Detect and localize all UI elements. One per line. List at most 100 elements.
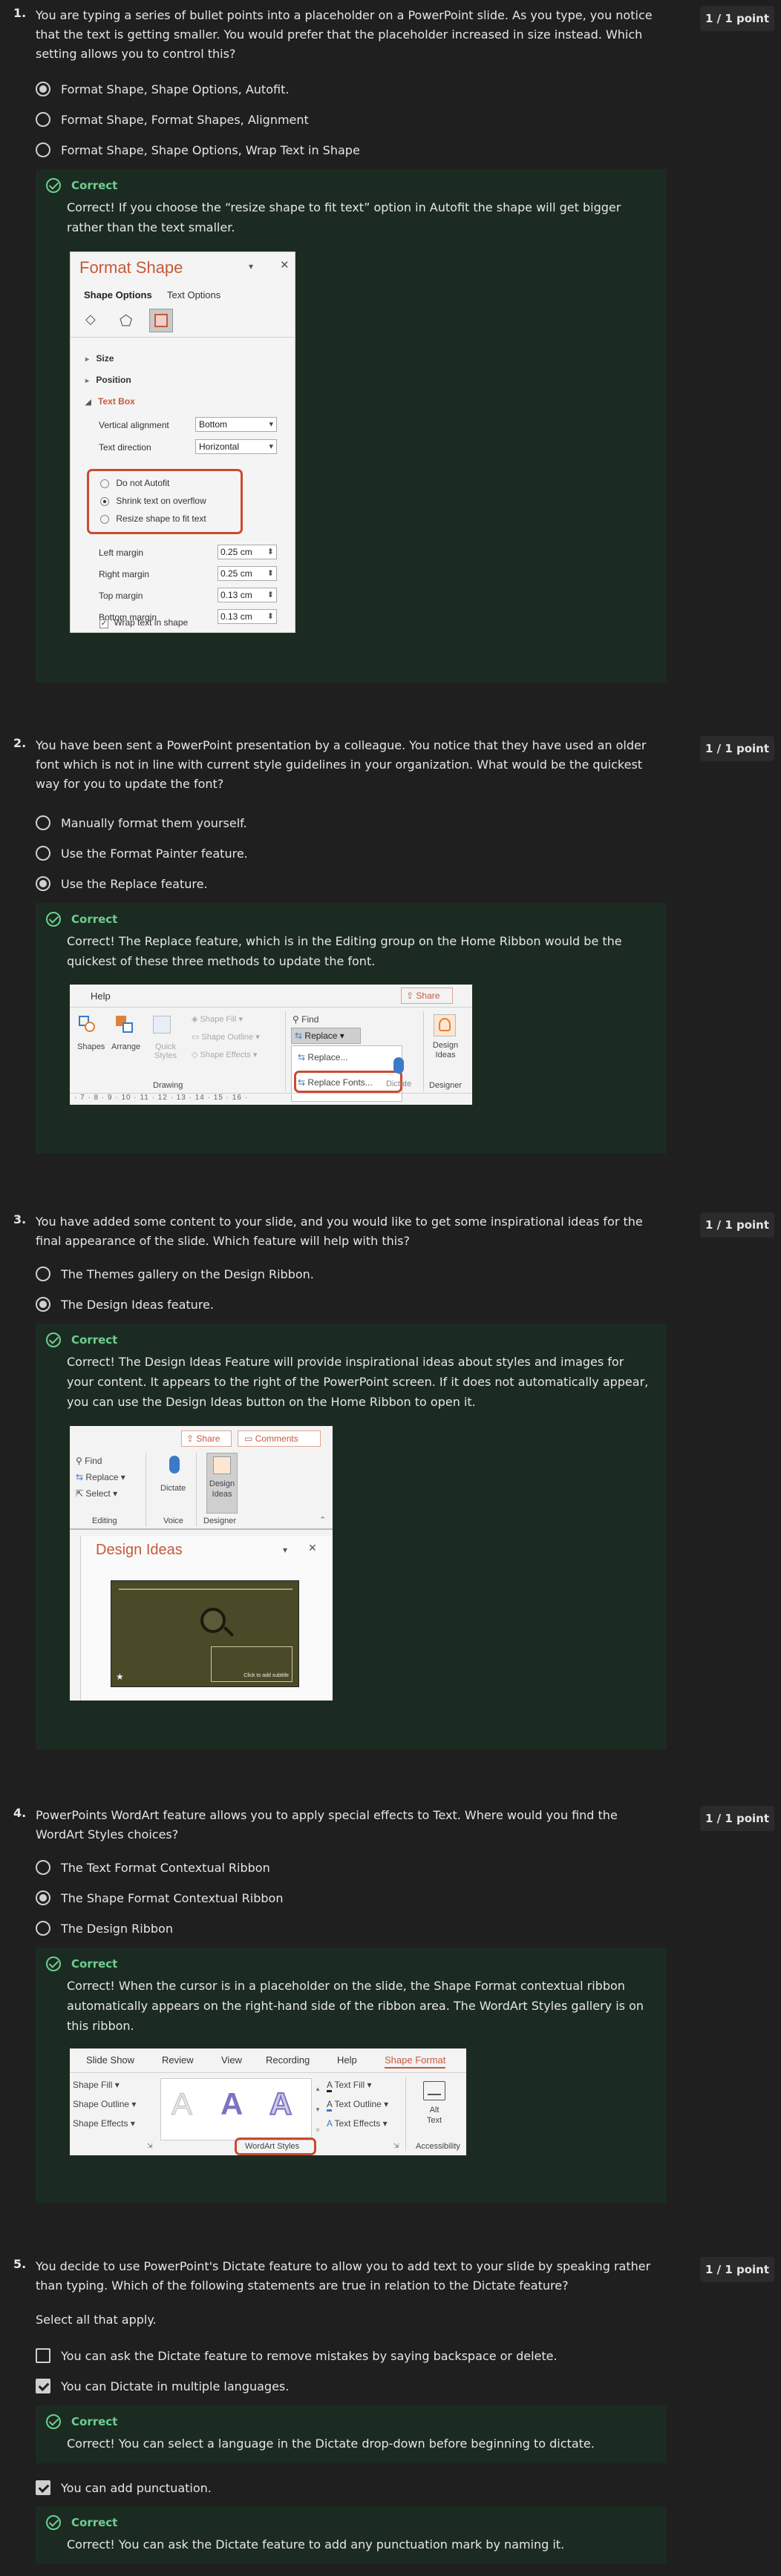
points-badge: 1 / 1 point (700, 2257, 774, 2282)
design-ideas-icon (213, 1456, 231, 1474)
shapes-icon (79, 1016, 98, 1035)
find-item: ⚲ Find (76, 1456, 102, 1466)
option-1[interactable]: Manually format them yourself. (36, 813, 247, 832)
option-label: The Design Ideas feature. (61, 1297, 214, 1312)
text-fill-icon: A (327, 2080, 333, 2092)
text-direction-dropdown: Horizontal (195, 439, 277, 454)
option-2[interactable]: Use the Format Painter feature. (36, 844, 248, 863)
design-ideas-pane: Design Ideas ▾ ✕ Click to add subtitle ★ (80, 1536, 333, 1701)
option-label: Format Shape, Shape Options, Wrap Text i… (61, 142, 360, 157)
search-icon: ⚲ (76, 1456, 82, 1466)
collapse-icon: ⌃ (319, 1516, 327, 1525)
radio[interactable] (36, 846, 50, 861)
quick-styles-label: Quick Styles (154, 1042, 177, 1060)
checkbox-checked[interactable] (36, 2379, 50, 2393)
checkbox-checked[interactable] (36, 2480, 50, 2495)
close-icon: ✕ (280, 259, 290, 272)
points-badge: 1 / 1 point (700, 6, 774, 31)
radio[interactable] (36, 112, 50, 127)
radio[interactable] (36, 142, 50, 157)
check-circle-icon (46, 178, 61, 193)
text-outline-icon: A (327, 2099, 333, 2112)
section-position: ▸ Position (85, 375, 131, 385)
shapes-label: Shapes (77, 1042, 105, 1051)
shape-format-ribbon-screenshot: Slide Show Review View Recording Help Sh… (70, 2048, 466, 2155)
option-1[interactable]: Format Shape, Shape Options, Autofit. (36, 79, 289, 99)
check-circle-icon (46, 2414, 61, 2429)
question-text: You decide to use PowerPoint's Dictate f… (36, 2259, 651, 2293)
option-label: The Shape Format Contextual Ribbon (61, 1890, 284, 1905)
designer-group-label: Designer (429, 1081, 463, 1090)
option-label: You can Dictate in multiple languages. (61, 2379, 290, 2393)
option-2[interactable]: The Shape Format Contextual Ribbon (36, 1888, 283, 1908)
option-3[interactable]: You can add punctuation. (36, 2478, 212, 2497)
radio[interactable] (36, 1860, 50, 1875)
option-3[interactable]: Use the Replace feature. (36, 874, 208, 893)
feedback-title: Correct (71, 179, 118, 192)
share-icon: ⇪ (406, 990, 414, 1001)
margin-label: Right margin (99, 569, 150, 579)
option-1[interactable]: The Themes gallery on the Design Ribbon. (36, 1264, 314, 1284)
option-3[interactable]: The Design Ribbon (36, 1919, 173, 1938)
highlight-box (235, 2138, 316, 2155)
panel-title: Format Shape (79, 258, 183, 277)
option-1[interactable]: You can ask the Dictate feature to remov… (36, 2346, 558, 2365)
shape-effects-item: ◇ Shape Effects ▾ (192, 1051, 258, 1059)
radio-selected[interactable] (36, 1297, 50, 1312)
drawing-group-label: Drawing (153, 1081, 183, 1090)
close-icon: ✕ (308, 1542, 317, 1554)
option-2[interactable]: You can Dictate in multiple languages. (36, 2376, 289, 2396)
wordart-gallery: A A A (160, 2078, 312, 2140)
valign-label: Vertical alignment (99, 420, 169, 430)
feedback-title: Correct (71, 1333, 118, 1347)
magnifier-icon (200, 1608, 226, 1633)
option-label: Manually format them yourself. (61, 815, 247, 830)
text-effects-item: A Text Effects ▾ (327, 2118, 388, 2129)
voice-group-label: Voice (163, 1517, 183, 1525)
wrap-text-row: ✓ Wrap text in shape (99, 617, 189, 628)
highlight-box (87, 469, 243, 534)
valign-dropdown: Bottom (195, 417, 277, 432)
question-number: 4. (13, 1806, 27, 1820)
feedback-box: Correct Correct! The Replace feature, wh… (36, 903, 667, 1154)
radio[interactable] (36, 815, 50, 830)
thumbnail-caption: Click to add subtitle (244, 1673, 289, 1678)
designer-group-label: Designer (203, 1517, 237, 1525)
question-number: 3. (13, 1212, 27, 1226)
home-ribbon-screenshot: Help ⇪ Share Shapes Arrange Quick Styles… (70, 985, 472, 1105)
points-badge: 1 / 1 point (700, 736, 774, 761)
radio-selected[interactable] (36, 1890, 50, 1905)
arrange-icon (116, 1016, 135, 1035)
checkbox[interactable] (36, 2348, 50, 2363)
radio-selected[interactable] (36, 876, 50, 891)
option-label: Format Shape, Format Shapes, Alignment (61, 112, 309, 127)
radio[interactable] (36, 1266, 50, 1281)
radio-selected[interactable] (36, 82, 50, 96)
design-ideas-icon (434, 1014, 456, 1036)
find-item: ⚲ Find (293, 1014, 319, 1025)
search-icon: ⚲ (293, 1014, 299, 1025)
margin-spinner: 0.13 cm (218, 609, 277, 624)
option-3[interactable]: Format Shape, Shape Options, Wrap Text i… (36, 140, 360, 160)
design-ideas-label: Design Ideas (432, 1041, 459, 1059)
chevron-down-icon: ▾ (283, 1545, 288, 1555)
microphone-icon (169, 1456, 180, 1473)
checkbox-checked-icon: ✓ (99, 620, 108, 628)
dictate-label: Dictate (386, 1080, 412, 1088)
shape-outline-item: Shape Outline ▾ (73, 2099, 137, 2109)
option-2[interactable]: Format Shape, Format Shapes, Alignment (36, 110, 309, 129)
chevron-down-icon: ◢ (85, 398, 91, 407)
microphone-icon (393, 1057, 404, 1074)
feedback-box: Correct Correct! You can ask the Dictate… (36, 2506, 667, 2564)
option-2[interactable]: The Design Ideas feature. (36, 1295, 214, 1314)
radio[interactable] (36, 1921, 50, 1936)
points-badge: 1 / 1 point (700, 1212, 774, 1238)
feedback-title: Correct (71, 913, 118, 926)
alt-text-label: Alt Text (426, 2106, 442, 2125)
feedback-box: Correct Correct! If you choose the “resi… (36, 169, 667, 683)
option-1[interactable]: The Text Format Contextual Ribbon (36, 1858, 270, 1877)
text-outline-item: A Text Outline ▾ (327, 2099, 388, 2112)
arrange-label: Arrange (111, 1042, 141, 1051)
ruler: · 7 · 8 · 9 · 10 · 11 · 12 · 13 · 14 · 1… (74, 1094, 249, 1102)
wordart-style-3: A (269, 2086, 293, 2122)
